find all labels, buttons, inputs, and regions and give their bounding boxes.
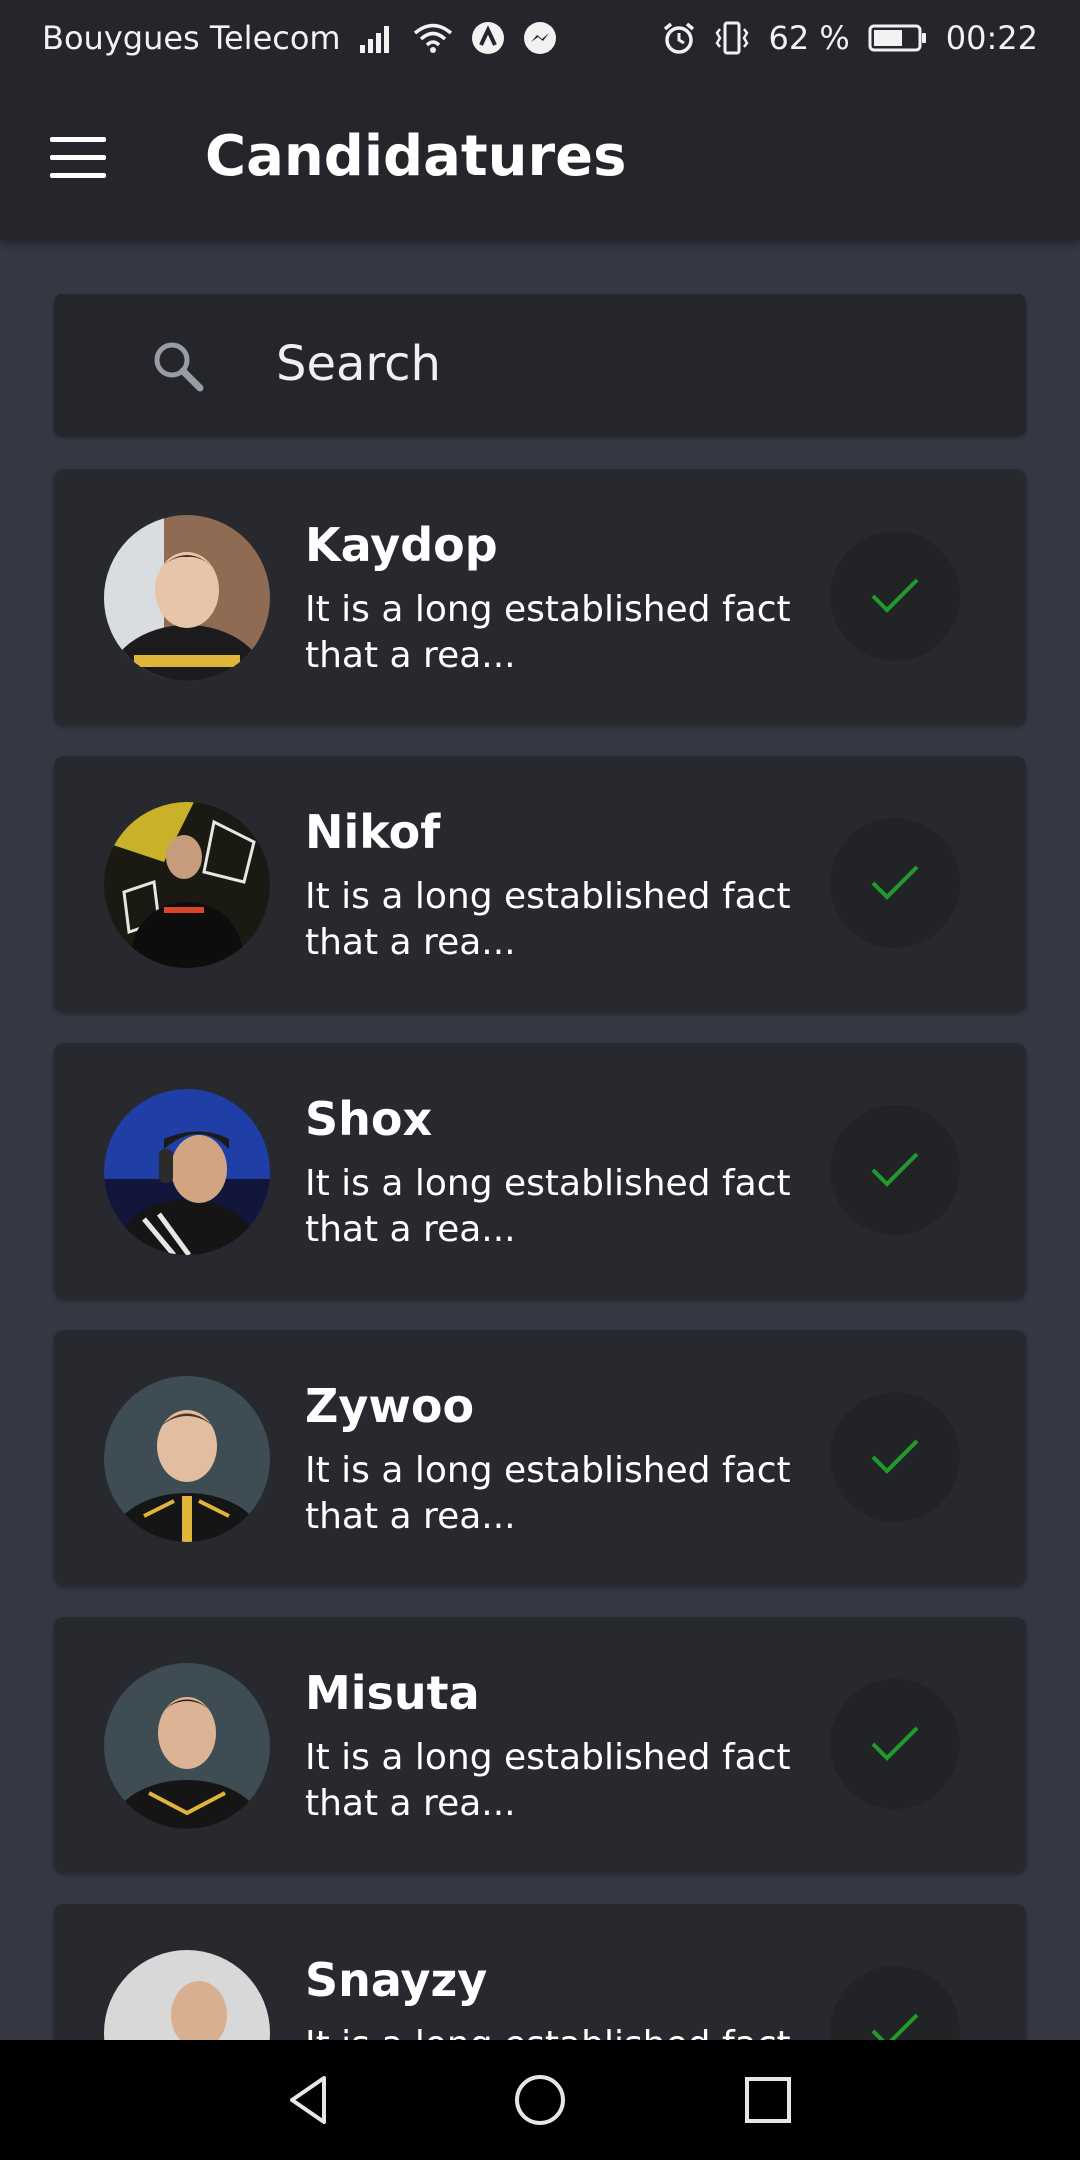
candidate-card[interactable]: Snayzy It is a long established fact tha… (54, 1904, 1026, 2040)
candidate-description: It is a long established fact that a rea… (305, 2022, 805, 2040)
status-bar: Bouygues Telecom 62 % 00:22 (0, 0, 1080, 75)
messenger-icon (523, 21, 557, 55)
candidate-name: Nikof (305, 805, 441, 859)
accept-button[interactable] (830, 1105, 960, 1235)
check-icon (871, 578, 919, 613)
check-icon (871, 865, 919, 900)
candidate-name: Shox (305, 1092, 433, 1146)
candidate-card[interactable]: Shox It is a long established fact that … (54, 1043, 1026, 1299)
alarm-icon (662, 21, 696, 55)
check-icon (871, 1152, 919, 1187)
accept-button[interactable] (830, 531, 960, 661)
search-icon (150, 338, 206, 394)
status-left: Bouygues Telecom (42, 19, 557, 57)
candidate-description: It is a long established fact that a rea… (305, 1450, 791, 1537)
app-notification-icon (471, 21, 505, 55)
candidate-card[interactable]: Nikof It is a long established fact that… (54, 756, 1026, 1012)
avatar (104, 515, 270, 681)
carrier-name: Bouygues Telecom (42, 18, 341, 57)
signal-icon (359, 23, 395, 53)
avatar (104, 1950, 270, 2040)
candidate-description: It is a long established fact that a rea… (305, 876, 791, 963)
candidate-list-screen[interactable]: Kaydop It is a long established fact tha… (0, 240, 1080, 2040)
search-input[interactable] (276, 324, 976, 404)
page-title: Candidatures (205, 124, 627, 189)
candidate-name: Snayzy (305, 1953, 488, 2007)
search-bar[interactable] (54, 294, 1026, 436)
candidate-card[interactable]: Zywoo It is a long established fact that… (54, 1330, 1026, 1586)
candidate-card[interactable]: Kaydop It is a long established fact tha… (54, 469, 1026, 725)
avatar (104, 1089, 270, 1255)
check-icon (871, 1726, 919, 1761)
home-icon[interactable] (510, 2070, 570, 2130)
battery-icon (868, 23, 928, 53)
check-icon (871, 2013, 919, 2040)
wifi-icon (413, 22, 453, 54)
candidate-description: It is a long established fact that a rea… (305, 1737, 791, 1824)
candidate-description: It is a long established fact that a rea… (305, 1163, 791, 1250)
candidate-card[interactable]: Misuta It is a long established fact tha… (54, 1617, 1026, 1873)
accept-button[interactable] (830, 1966, 960, 2040)
candidate-name: Misuta (305, 1666, 480, 1720)
accept-button[interactable] (830, 1679, 960, 1809)
avatar (104, 802, 270, 968)
back-icon[interactable] (280, 2070, 340, 2130)
clock: 00:22 (945, 18, 1038, 57)
battery-percentage: 62 % (768, 18, 850, 57)
recents-icon[interactable] (738, 2070, 798, 2130)
app-bar: Candidatures (0, 75, 1080, 240)
avatar (104, 1663, 270, 1829)
hamburger-menu-icon[interactable] (50, 137, 106, 179)
status-right: 62 % 00:22 (662, 19, 1038, 57)
candidate-name: Kaydop (305, 518, 498, 572)
check-icon (871, 1439, 919, 1474)
candidate-name: Zywoo (305, 1379, 475, 1433)
system-nav-bar (0, 2040, 1080, 2160)
accept-button[interactable] (830, 1392, 960, 1522)
accept-button[interactable] (830, 818, 960, 948)
candidate-description: It is a long established fact that a rea… (305, 589, 791, 676)
avatar (104, 1376, 270, 1542)
vibrate-icon (714, 21, 750, 55)
